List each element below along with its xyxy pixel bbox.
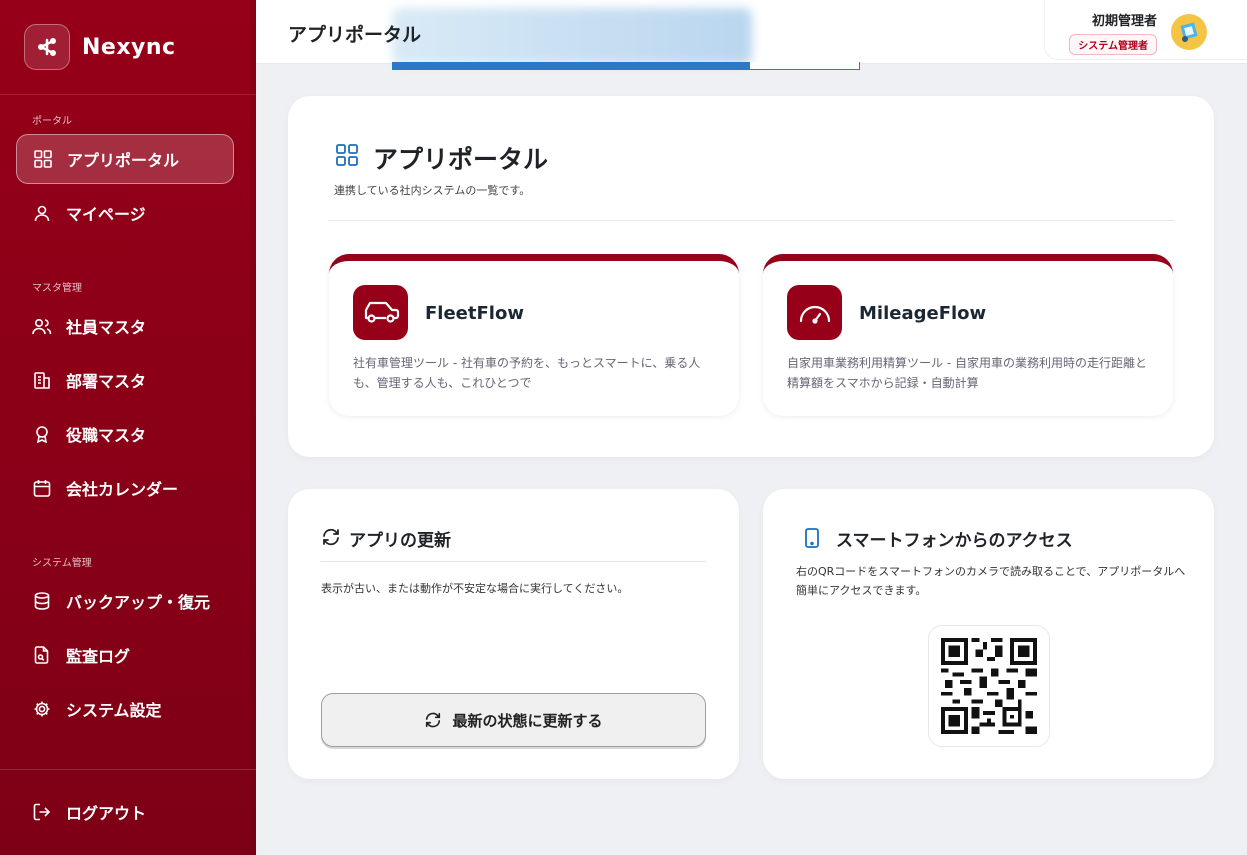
- database-icon: [32, 591, 52, 611]
- logout-label: ログアウト: [66, 804, 147, 823]
- calendar-icon: [32, 478, 52, 498]
- file-search-icon: [32, 645, 52, 665]
- sidebar-item-label: 監査ログ: [66, 647, 131, 666]
- user-role-badge: システム管理者: [1069, 34, 1157, 55]
- sidebar-item-label: 役職マスタ: [66, 426, 147, 445]
- app-name: MileageFlow: [859, 303, 987, 324]
- sidebar-item-backup-restore[interactable]: バックアップ・復元: [16, 576, 234, 626]
- app-update-card: アプリの更新 表示が古い、または動作が不安定な場合に実行してください。 最新の状…: [288, 489, 739, 779]
- building-icon: [32, 370, 52, 390]
- sidebar: Nexync ポータル アプリポータル マイページ マスタ管理 社員マスタ 部署…: [0, 0, 256, 855]
- qr-code-image: [928, 625, 1050, 747]
- user-menu[interactable]: 初期管理者 システム管理者: [1044, 0, 1247, 60]
- section-label-master: マスタ管理: [32, 283, 82, 294]
- sidebar-edge: [250, 0, 256, 855]
- section-label-portal: ポータル: [32, 116, 72, 127]
- logout-button[interactable]: ログアウト: [16, 787, 234, 837]
- refresh-icon: [426, 712, 441, 728]
- sidebar-item-system-settings[interactable]: システム設定: [16, 684, 234, 734]
- sidebar-item-label: 部署マスタ: [66, 372, 147, 391]
- sidebar-item-app-portal[interactable]: アプリポータル: [16, 134, 234, 184]
- app-description: 自家用車業務利用精算ツール - 自家用車の業務利用時の走行距離と精算額をスマホか…: [787, 356, 1147, 390]
- app-card-mileageflow[interactable]: MileageFlow 自家用車業務利用精算ツール - 自家用車の業務利用時の走…: [763, 254, 1173, 416]
- sidebar-item-employee-master[interactable]: 社員マスタ: [16, 301, 234, 351]
- users-icon: [32, 316, 52, 336]
- portal-subtitle: 連携している社内システムの一覧です。: [334, 184, 531, 197]
- brand[interactable]: Nexync: [0, 0, 256, 95]
- sidebar-item-label: バックアップ・復元: [66, 593, 211, 612]
- page-title: アプリポータル: [288, 24, 422, 46]
- sidebar-item-label: 会社カレンダー: [66, 480, 179, 499]
- smartphone-icon: [804, 528, 820, 552]
- sidebar-item-label: システム設定: [66, 701, 162, 720]
- car-icon: [353, 285, 408, 340]
- logout-section: ログアウト: [0, 769, 256, 855]
- sidebar-item-department-master[interactable]: 部署マスタ: [16, 355, 234, 405]
- gauge-icon: [787, 285, 842, 340]
- app-description: 社有車管理ツール - 社有車の予約を、もっとスマートに、乗る人も、管理する人も、…: [353, 356, 701, 390]
- divider: [321, 561, 706, 562]
- app-name: FleetFlow: [425, 303, 524, 324]
- smartphone-access-card: スマートフォンからのアクセス 右のQRコードをスマートフォンのカメラで読み取るこ…: [763, 489, 1214, 779]
- logout-icon: [32, 802, 52, 822]
- grid-icon: [33, 149, 53, 169]
- mobile-title: スマートフォンからのアクセス: [836, 531, 1073, 551]
- user-icon: [32, 203, 52, 223]
- app-card-fleetflow[interactable]: FleetFlow 社有車管理ツール - 社有車の予約を、もっとスマートに、乗る…: [329, 254, 739, 416]
- app-portal-card: アプリポータル 連携している社内システムの一覧です。 FleetFlow 社有車…: [288, 96, 1214, 457]
- sidebar-item-position-master[interactable]: 役職マスタ: [16, 409, 234, 459]
- award-icon: [32, 424, 52, 444]
- header-banner-image: [392, 0, 860, 70]
- sidebar-item-label: アプリポータル: [67, 151, 180, 170]
- grid-icon: [336, 144, 358, 170]
- divider: [328, 220, 1174, 221]
- update-description: 表示が古い、または動作が不安定な場合に実行してください。: [321, 582, 629, 595]
- section-label-system: システム管理: [32, 558, 92, 569]
- avatar[interactable]: [1171, 14, 1207, 50]
- top-header: アプリポータル 初期管理者 システム管理者: [256, 0, 1247, 70]
- mobile-description: 右のQRコードをスマートフォンのカメラで読み取ることで、アプリポータルへ簡単にア…: [796, 565, 1186, 597]
- brand-logo-icon: [24, 24, 70, 70]
- sidebar-item-audit-log[interactable]: 監査ログ: [16, 630, 234, 680]
- refresh-icon: [321, 527, 341, 551]
- portal-title: アプリポータル: [373, 145, 549, 174]
- refresh-button[interactable]: 最新の状態に更新する: [321, 693, 706, 747]
- refresh-button-label: 最新の状態に更新する: [452, 712, 603, 730]
- update-title: アプリの更新: [349, 531, 451, 551]
- gear-icon: [32, 699, 52, 719]
- sidebar-item-my-page[interactable]: マイページ: [16, 188, 234, 238]
- sidebar-item-label: マイページ: [66, 205, 146, 224]
- sidebar-item-label: 社員マスタ: [66, 318, 147, 337]
- user-name: 初期管理者: [1091, 14, 1157, 29]
- brand-name: Nexync: [82, 34, 176, 60]
- sidebar-item-company-calendar[interactable]: 会社カレンダー: [16, 463, 234, 513]
